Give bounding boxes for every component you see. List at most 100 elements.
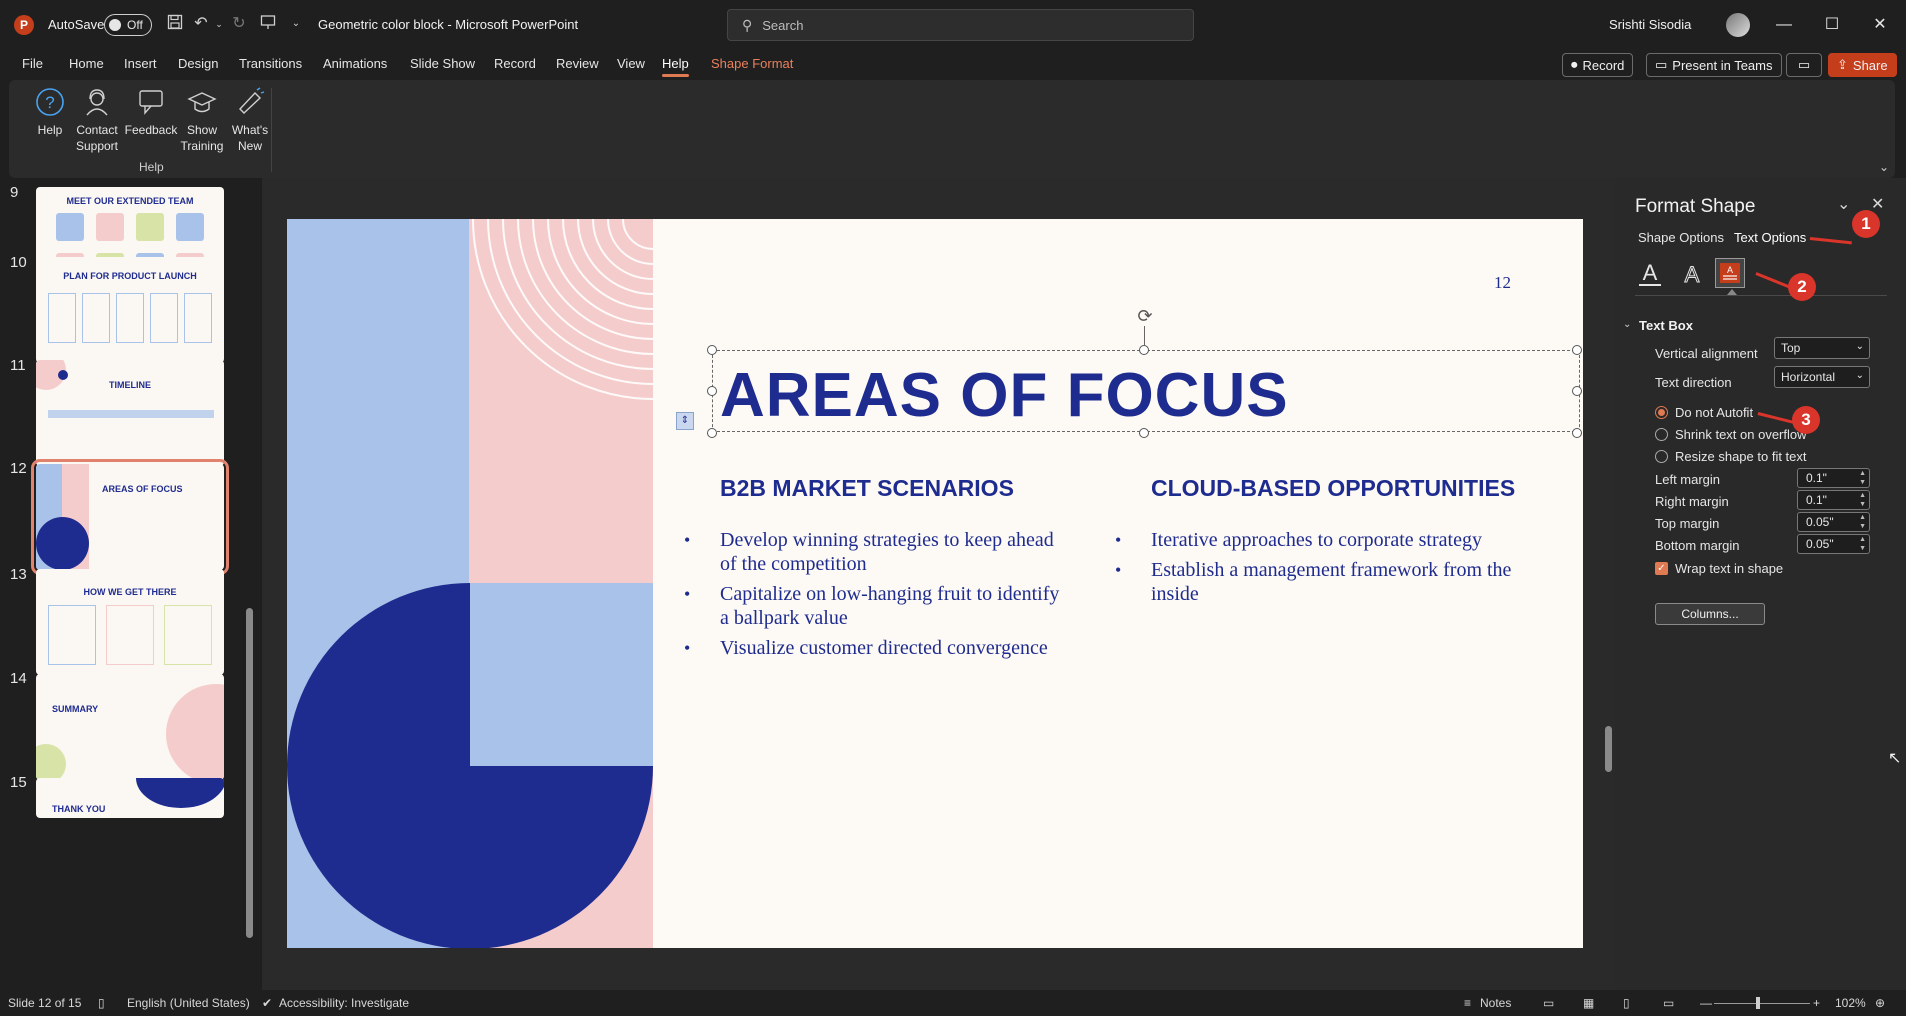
top-margin-input[interactable]: 0.05" ▲ ▼ [1797, 512, 1870, 532]
collapse-ribbon-icon[interactable]: ⌄ [1879, 160, 1889, 174]
notes-icon[interactable]: ≡ [1464, 996, 1471, 1010]
undo-icon[interactable]: ↶ [191, 14, 211, 34]
customize-qat-icon[interactable]: ⌄ [286, 14, 306, 34]
contact-support-button[interactable]: Contact Support [67, 86, 127, 154]
zoom-out-icon[interactable]: — [1700, 996, 1712, 1010]
present-in-teams-button[interactable]: ▭ Present in Teams [1646, 53, 1782, 77]
vertical-alignment-select[interactable]: Top ⌄ [1774, 337, 1870, 359]
text-direction-select[interactable]: Horizontal ⌄ [1774, 366, 1870, 388]
resize-handle[interactable] [1572, 386, 1582, 396]
show-training-button[interactable]: Show Training [175, 86, 229, 154]
do-not-autofit-radio[interactable] [1655, 406, 1668, 419]
language-indicator[interactable]: English (United States) [127, 996, 250, 1010]
wrap-text-checkbox[interactable]: ✓ [1655, 562, 1668, 575]
section-heading-text-box[interactable]: Text Box [1639, 318, 1693, 333]
right-margin-input[interactable]: 0.1" ▲ ▼ [1797, 490, 1870, 510]
search-input[interactable] [762, 17, 1163, 33]
textbox-layout-icon[interactable]: A [1715, 258, 1745, 288]
rotate-handle-icon[interactable]: ⟳ [1135, 306, 1155, 326]
tab-help[interactable]: Help [662, 56, 689, 77]
tab-slide-show[interactable]: Slide Show [410, 56, 475, 71]
tab-view[interactable]: View [617, 56, 645, 71]
tab-shape-options[interactable]: Shape Options [1638, 230, 1724, 245]
wrap-text-label[interactable]: Wrap text in shape [1675, 561, 1783, 576]
resize-handle[interactable] [1572, 345, 1582, 355]
tab-animations[interactable]: Animations [323, 56, 387, 71]
left-column-heading[interactable]: B2B MARKET SCENARIOS [720, 475, 1014, 502]
zoom-slider-thumb[interactable] [1756, 997, 1760, 1009]
maximize-icon[interactable]: ☐ [1818, 12, 1846, 38]
tab-record[interactable]: Record [494, 56, 536, 71]
slide-thumbnail-13[interactable]: HOW WE GET THERE [36, 569, 224, 675]
resize-handle[interactable] [707, 345, 717, 355]
present-from-start-icon[interactable] [258, 14, 278, 34]
tab-insert[interactable]: Insert [124, 56, 157, 71]
feedback-button[interactable]: Feedback [119, 86, 183, 138]
thumbnail-scroll-thumb[interactable] [246, 608, 253, 938]
tab-home[interactable]: Home [69, 56, 104, 71]
spinner-arrows-icon[interactable]: ▲ ▼ [1859, 491, 1866, 509]
share-button[interactable]: ⇪ Share [1828, 53, 1897, 77]
zoom-level[interactable]: 102% [1835, 996, 1866, 1010]
pane-options-chevron-icon[interactable]: ⌄ [1837, 194, 1850, 214]
resize-shape-radio[interactable] [1655, 450, 1668, 463]
slide-thumbnail-11[interactable]: TIMELINE [36, 360, 224, 466]
text-fill-outline-icon[interactable]: A [1637, 260, 1663, 288]
slide-thumbnail-12[interactable]: AREAS OF FOCUS [31, 459, 229, 575]
thumbnail-scrollbar[interactable] [244, 178, 256, 990]
slideshow-view-icon[interactable]: ▭ [1663, 996, 1674, 1010]
autosave-toggle[interactable]: Off [104, 14, 152, 36]
spinner-arrows-icon[interactable]: ▲ ▼ [1859, 469, 1866, 487]
editor-scroll-thumb[interactable] [1605, 726, 1612, 772]
spinner-arrows-icon[interactable]: ▲ ▼ [1859, 535, 1866, 553]
slide-thumbnail-10[interactable]: PLAN FOR PRODUCT LAUNCH [36, 257, 224, 363]
search-box[interactable]: ⚲ [727, 9, 1194, 41]
shrink-text-radio[interactable] [1655, 428, 1668, 441]
tab-transitions[interactable]: Transitions [239, 56, 302, 71]
spelling-icon[interactable]: ▯ [98, 996, 105, 1010]
section-chevron-icon[interactable]: ⌄ [1623, 319, 1631, 330]
resize-handle[interactable] [1139, 428, 1149, 438]
resize-handle[interactable] [707, 386, 717, 396]
avatar[interactable] [1726, 13, 1750, 37]
slide-thumbnail-14[interactable]: SUMMARY [36, 674, 224, 780]
fit-to-window-icon[interactable]: ⊕ [1875, 996, 1885, 1010]
close-window-icon[interactable]: ✕ [1866, 12, 1894, 38]
tab-review[interactable]: Review [556, 56, 599, 71]
bottom-margin-input[interactable]: 0.05" ▲ ▼ [1797, 534, 1870, 554]
zoom-in-icon[interactable]: + [1813, 996, 1820, 1010]
notes-button[interactable]: Notes [1480, 996, 1511, 1010]
do-not-autofit-label[interactable]: Do not Autofit [1675, 405, 1753, 420]
slide-title[interactable]: AREAS OF FOCUS [720, 360, 1289, 431]
resize-handle[interactable] [1572, 428, 1582, 438]
undo-dropdown-icon[interactable]: ⌄ [209, 14, 229, 34]
left-bullet-list[interactable]: Develop winning strategies to keep ahead… [684, 528, 1070, 666]
slide-sorter-icon[interactable]: ▦ [1583, 996, 1594, 1010]
slide-thumbnail-15[interactable]: THANK YOU [36, 778, 224, 818]
shrink-text-label[interactable]: Shrink text on overflow [1675, 427, 1807, 442]
slide-counter[interactable]: Slide 12 of 15 [8, 996, 81, 1010]
tab-design[interactable]: Design [178, 56, 218, 71]
accessibility-status[interactable]: Accessibility: Investigate [279, 996, 409, 1010]
redo-icon[interactable]: ↻ [229, 14, 249, 34]
resize-shape-label[interactable]: Resize shape to fit text [1675, 449, 1807, 464]
right-column-heading[interactable]: CLOUD-BASED OPPORTUNITIES [1151, 475, 1515, 502]
left-margin-input[interactable]: 0.1" ▲ ▼ [1797, 468, 1870, 488]
text-effects-icon[interactable]: A [1679, 260, 1705, 288]
record-button[interactable]: ⏺ Record [1562, 53, 1634, 77]
reading-view-icon[interactable]: ▯ [1623, 996, 1630, 1010]
save-icon[interactable] [165, 14, 185, 34]
minimize-icon[interactable]: — [1770, 12, 1798, 38]
editor-scrollbar[interactable] [1602, 178, 1616, 978]
user-name[interactable]: Srishti Sisodia [1609, 17, 1691, 32]
slide-canvas[interactable]: 12 AREAS OF FOCUS B2B MARKET SCENARIOS D… [287, 219, 1583, 948]
columns-button[interactable]: Columns... [1655, 603, 1765, 625]
zoom-slider[interactable] [1714, 1003, 1810, 1004]
whats-new-button[interactable]: What's New [223, 86, 277, 154]
resize-handle[interactable] [1139, 345, 1149, 355]
normal-view-icon[interactable]: ▭ [1543, 996, 1554, 1010]
tab-shape-format[interactable]: Shape Format [711, 56, 793, 71]
comments-button[interactable]: ▭ [1786, 53, 1822, 77]
tab-file[interactable]: File [22, 56, 43, 71]
right-bullet-list[interactable]: Iterative approaches to corporate strate… [1115, 528, 1521, 612]
